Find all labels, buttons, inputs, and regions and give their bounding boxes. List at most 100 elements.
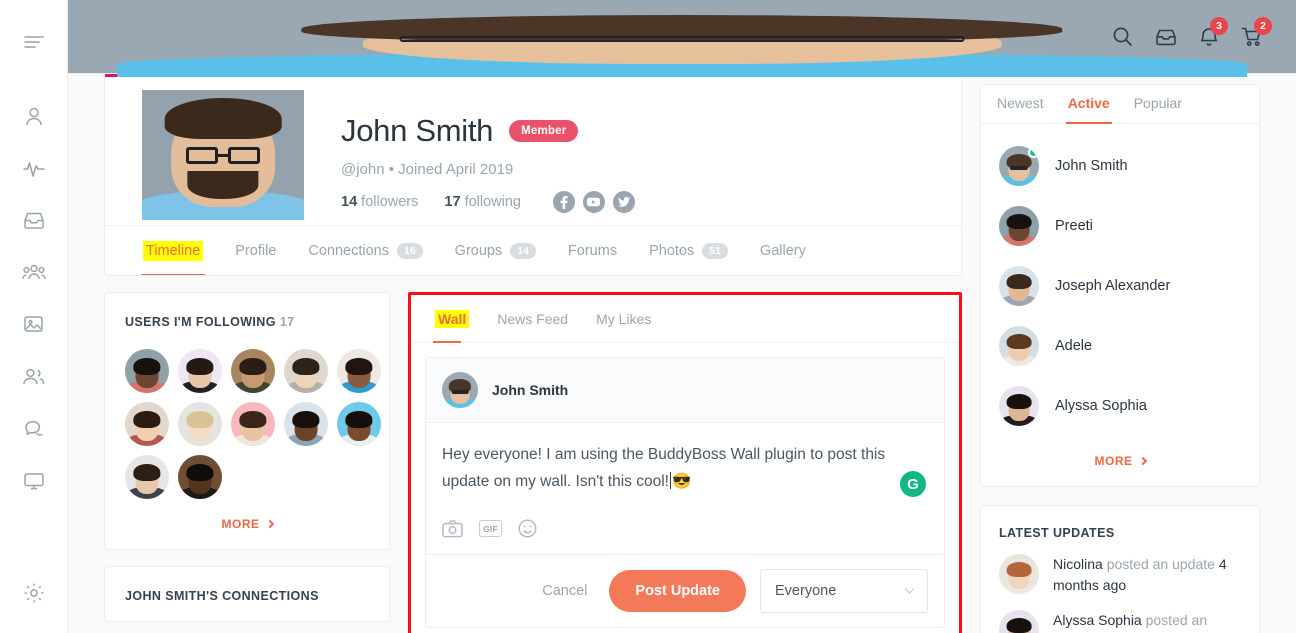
composer-text: Hey everyone! I am using the BuddyBoss W…: [442, 446, 886, 491]
profile-header-card: John Smith Member @john • Joined April 2…: [104, 74, 962, 276]
tab-newest[interactable]: Newest: [985, 85, 1056, 123]
twitter-icon[interactable]: [612, 191, 635, 213]
profile-icon[interactable]: [0, 90, 68, 142]
tab-news-feed[interactable]: News Feed: [483, 295, 582, 343]
emoji-icon[interactable]: [518, 519, 537, 538]
post-update-button[interactable]: Post Update: [609, 570, 746, 613]
list-item[interactable]: [178, 455, 222, 499]
composer-emoji: 😎: [671, 473, 692, 491]
menu-icon[interactable]: [0, 16, 68, 68]
tab-my-likes[interactable]: My Likes: [582, 295, 665, 343]
text-cursor: [669, 472, 671, 490]
gif-label: GIF: [479, 520, 502, 538]
following-more-link[interactable]: MORE: [125, 517, 369, 531]
list-item[interactable]: [125, 402, 169, 446]
list-item[interactable]: [178, 402, 222, 446]
list-item[interactable]: [125, 455, 169, 499]
cart-icon[interactable]: 2: [1230, 17, 1274, 47]
tab-popular[interactable]: Popular: [1122, 85, 1194, 123]
notifications-icon[interactable]: 3: [1188, 17, 1230, 47]
profile-avatar[interactable]: [137, 85, 309, 225]
cancel-button[interactable]: Cancel: [534, 577, 595, 605]
list-item[interactable]: [178, 349, 222, 393]
member-name: Preeti: [1055, 218, 1093, 234]
grammarly-icon[interactable]: G: [900, 471, 926, 497]
connections-widget-title: JOHN SMITH'S CONNECTIONS: [125, 589, 319, 603]
tab-profile[interactable]: Profile: [219, 226, 292, 276]
list-item[interactable]: Preeti: [999, 196, 1241, 256]
list-item[interactable]: [125, 349, 169, 393]
members-list: John Smith Preeti Joseph Alexander Adele…: [981, 124, 1259, 486]
connections-widget: JOHN SMITH'S CONNECTIONS: [104, 566, 390, 622]
status-badge: Member: [509, 120, 579, 142]
tab-photos[interactable]: Photos 51: [633, 226, 744, 276]
list-item[interactable]: [231, 402, 275, 446]
list-item[interactable]: Alyssa Sophia: [999, 376, 1241, 436]
list-item[interactable]: Adele: [999, 316, 1241, 376]
following-widget: USERS I'M FOLLOWING 17 MORE: [104, 292, 390, 550]
inbox-icon[interactable]: [1144, 27, 1188, 47]
gif-icon[interactable]: GIF: [479, 520, 502, 538]
list-item[interactable]: [231, 349, 275, 393]
friends-icon[interactable]: [0, 350, 68, 402]
messages-icon[interactable]: [0, 402, 68, 454]
facebook-icon[interactable]: [552, 191, 575, 213]
list-item[interactable]: [284, 349, 328, 393]
list-item[interactable]: [337, 349, 381, 393]
photos-icon[interactable]: [0, 298, 68, 350]
list-item[interactable]: Nicolina posted an update 4 months ago: [999, 554, 1241, 596]
composer-header: John Smith: [426, 358, 944, 423]
wall-tabs: Wall News Feed My Likes: [411, 295, 959, 343]
followers-stat[interactable]: 14 followers: [341, 194, 418, 210]
page-scroll-region[interactable]: John Smith Member @john • Joined April 2…: [68, 74, 1296, 633]
privacy-select[interactable]: Everyone: [760, 569, 928, 614]
following-widget-label: USERS I'M FOLLOWING: [125, 315, 276, 329]
update-author[interactable]: Alyssa Sophia: [1053, 612, 1142, 628]
notifications-badge: 3: [1210, 17, 1228, 35]
activity-icon[interactable]: [0, 142, 68, 194]
member-name: Adele: [1055, 338, 1093, 354]
tab-active[interactable]: Active: [1056, 85, 1122, 124]
inbox-icon[interactable]: [0, 194, 68, 246]
update-action: posted an update: [1106, 556, 1215, 572]
search-icon[interactable]: [1101, 26, 1144, 47]
update-author[interactable]: Nicolina: [1053, 556, 1103, 572]
members-more-link[interactable]: MORE: [999, 454, 1241, 468]
list-item[interactable]: Alyssa Sophia posted an update 4 months …: [999, 610, 1241, 633]
cart-badge: 2: [1254, 17, 1272, 35]
camera-icon[interactable]: [442, 520, 463, 538]
tab-groups[interactable]: Groups 14: [439, 226, 552, 276]
tab-gallery[interactable]: Gallery: [744, 226, 822, 276]
latest-updates-widget: LATEST UPDATES Nicolina posted an update…: [980, 505, 1260, 633]
tab-count-badge: 16: [396, 242, 423, 259]
composer-footer: Cancel Post Update Everyone: [426, 554, 944, 627]
chevron-right-icon: [1138, 456, 1147, 466]
site-header: Online Communities Activity Members Grou…: [68, 0, 1296, 78]
following-widget-count: 17: [279, 315, 295, 329]
list-item[interactable]: [284, 402, 328, 446]
social-links: [552, 191, 635, 213]
youtube-icon[interactable]: [582, 191, 605, 213]
avatar[interactable]: [68, 0, 1296, 78]
list-item[interactable]: Joseph Alexander: [999, 256, 1241, 316]
tab-timeline[interactable]: Timeline: [127, 226, 219, 275]
update-action: posted an: [1145, 612, 1208, 628]
avatar[interactable]: [442, 372, 478, 408]
followers-label: followers: [361, 194, 419, 210]
page-columns: John Smith Member @john • Joined April 2…: [68, 74, 1296, 633]
list-item[interactable]: [337, 402, 381, 446]
tab-wall[interactable]: Wall: [421, 295, 483, 343]
tab-count-badge: 51: [702, 242, 728, 259]
tab-connections[interactable]: Connections 16: [292, 226, 438, 276]
following-avatar-grid: [125, 349, 381, 499]
following-stat[interactable]: 17 following: [444, 194, 521, 210]
tab-forums[interactable]: Forums: [552, 226, 633, 276]
composer-body: Hey everyone! I am using the BuddyBoss W…: [426, 423, 944, 497]
composer-input[interactable]: Hey everyone! I am using the BuddyBoss W…: [442, 441, 928, 495]
tab-label: News Feed: [497, 310, 569, 327]
groups-icon[interactable]: [0, 246, 68, 298]
list-item[interactable]: John Smith: [999, 136, 1241, 196]
tab-count-badge: 14: [510, 242, 536, 259]
screen-icon[interactable]: [0, 454, 68, 506]
gear-icon[interactable]: [0, 567, 68, 619]
